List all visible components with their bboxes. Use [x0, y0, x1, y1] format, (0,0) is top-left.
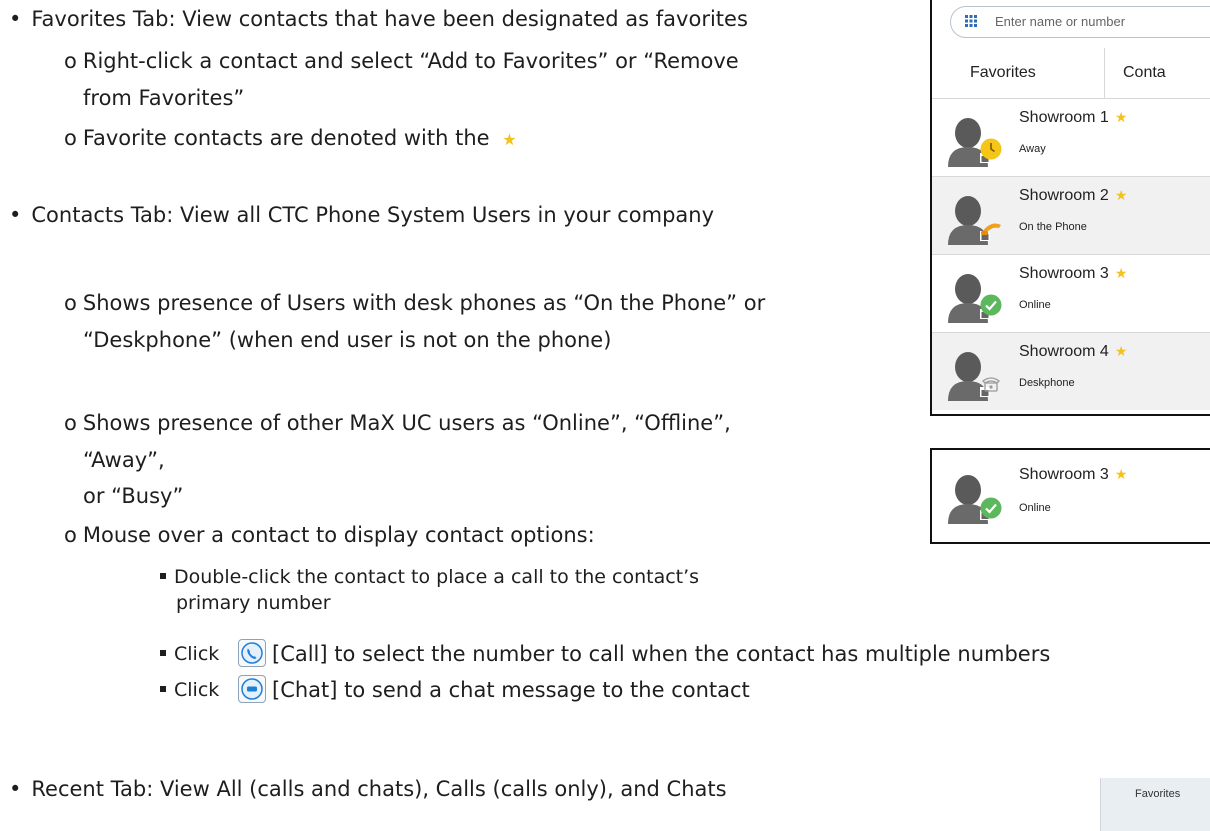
call-button-icon[interactable] — [238, 639, 266, 667]
contact-name: Showroom 3 ★ — [1019, 466, 1128, 483]
sub-bullet-marker: o — [64, 126, 77, 150]
tab-favorites[interactable]: Favorites — [970, 48, 1036, 98]
tab-contacts[interactable]: Conta — [1104, 48, 1210, 98]
contacts-tab-text: Contacts Tab: View all CTC Phone System … — [31, 203, 715, 227]
on-the-phone-icon — [981, 223, 1001, 235]
away-icon — [980, 138, 1002, 160]
tab-bar: Favorites Conta — [932, 48, 1210, 99]
sub-bullet-text: Shows presence of Users with desk phones… — [82, 291, 766, 315]
recent-tab-bullet: • Recent Tab: View All (calls and chats),… — [9, 774, 727, 804]
recent-tab-screenshot: Favorites — [1100, 778, 1210, 831]
online-icon — [980, 294, 1002, 316]
sub-bullet-marker: o — [64, 291, 77, 315]
search-field[interactable]: Enter name or number — [950, 6, 1210, 38]
click-word: Click — [174, 679, 220, 701]
contact-row[interactable]: Showroom 4 ★ Deskphone — [932, 333, 1210, 410]
sub-sub-bullet-chat: Click — [160, 676, 219, 704]
sub-bullet-text: Right-click a contact and select “Add to… — [82, 49, 739, 73]
sub-sub-bullet-call: Click — [160, 640, 219, 668]
sub-bullet-continuation: from Favorites” — [83, 86, 245, 110]
dialpad-icon — [965, 15, 977, 27]
sub-sub-bullet-text: Double-click the contact to place a call… — [174, 566, 700, 588]
contact-row[interactable]: Showroom 1 ★ Away — [932, 99, 1210, 177]
contact-status: Online — [1019, 502, 1051, 514]
contact-row[interactable]: Showroom 3 ★ Online — [932, 255, 1210, 333]
bullet-marker: • — [9, 203, 22, 227]
hover-contact-screenshot: Showroom 3 ★ Online — [930, 448, 1210, 544]
contact-status: Deskphone — [1019, 377, 1075, 389]
sub-bullet-marker: o — [64, 411, 77, 435]
favorites-tab-bullet: • Favorites Tab: View contacts that have … — [9, 4, 748, 34]
sub-bullet-favorite-star: o Favorite contacts are denoted with the … — [64, 123, 517, 155]
sub-bullet-marker: o — [64, 49, 77, 73]
chat-description: [Chat] to send a chat message to the con… — [272, 678, 750, 702]
contact-status: Away — [1019, 143, 1046, 155]
square-bullet — [160, 686, 166, 692]
sub-bullet-maxuc: o Shows presence of other MaX UC users as… — [64, 408, 731, 438]
sub-bullet-continuation: “Deskphone” (when end user is not on the… — [83, 328, 612, 352]
sub-bullet-text: Mouse over a contact to display contact … — [82, 523, 595, 547]
contact-name: Showroom 2 ★ — [1019, 187, 1128, 204]
star-icon: ★ — [502, 130, 517, 149]
contact-name: Showroom 1 ★ — [1019, 109, 1128, 126]
star-icon: ★ — [1114, 343, 1128, 359]
favorites-tab-text: Favorites Tab: View contacts that have b… — [31, 7, 748, 31]
sub-bullet-right-click: o Right-click a contact and select “Add t… — [64, 46, 739, 76]
sub-bullet-mouse-over: o Mouse over a contact to display contact… — [64, 520, 595, 550]
chat-button-icon[interactable] — [238, 675, 266, 703]
square-bullet — [160, 650, 166, 656]
contact-status: On the Phone — [1019, 221, 1087, 233]
square-bullet — [160, 573, 166, 579]
sub-bullet-continuation: or “Busy” — [83, 484, 184, 508]
star-icon: ★ — [1114, 466, 1128, 482]
contact-name: Showroom 4 ★ — [1019, 343, 1128, 360]
contact-name: Showroom 3 ★ — [1019, 265, 1128, 282]
star-icon: ★ — [1114, 187, 1128, 203]
click-word: Click — [174, 643, 220, 665]
deskphone-icon — [982, 377, 1000, 392]
online-icon — [980, 497, 1002, 519]
sub-sub-bullet-continuation: primary number — [176, 592, 331, 614]
tab-favorites[interactable]: Favorites — [1135, 788, 1180, 800]
sub-bullet-deskphone: o Shows presence of Users with desk phone… — [64, 288, 765, 318]
bullet-marker: • — [9, 777, 22, 801]
contacts-panel-screenshot: Enter name or number Favorites Conta Sho… — [930, 0, 1210, 416]
contact-status: Online — [1019, 299, 1051, 311]
sub-bullet-text: Favorite contacts are denoted with the — [82, 126, 490, 150]
sub-sub-bullet-double-click: Double-click the contact to place a call… — [160, 564, 699, 590]
sub-bullet-marker: o — [64, 523, 77, 547]
star-icon: ★ — [1114, 265, 1128, 281]
contact-row[interactable]: Showroom 3 ★ Online — [932, 450, 1210, 542]
contact-row[interactable]: Showroom 2 ★ On the Phone — [932, 177, 1210, 255]
recent-tab-text: Recent Tab: View All (calls and chats), … — [31, 777, 727, 801]
bullet-marker: • — [9, 7, 22, 31]
search-placeholder: Enter name or number — [995, 14, 1126, 29]
sub-bullet-continuation: “Away”, — [83, 448, 165, 472]
call-description: [Call] to select the number to call when… — [272, 642, 1051, 666]
sub-bullet-text: Shows presence of other MaX UC users as … — [82, 411, 731, 435]
star-icon: ★ — [1114, 109, 1128, 125]
contacts-tab-bullet: • Contacts Tab: View all CTC Phone System… — [9, 200, 714, 230]
